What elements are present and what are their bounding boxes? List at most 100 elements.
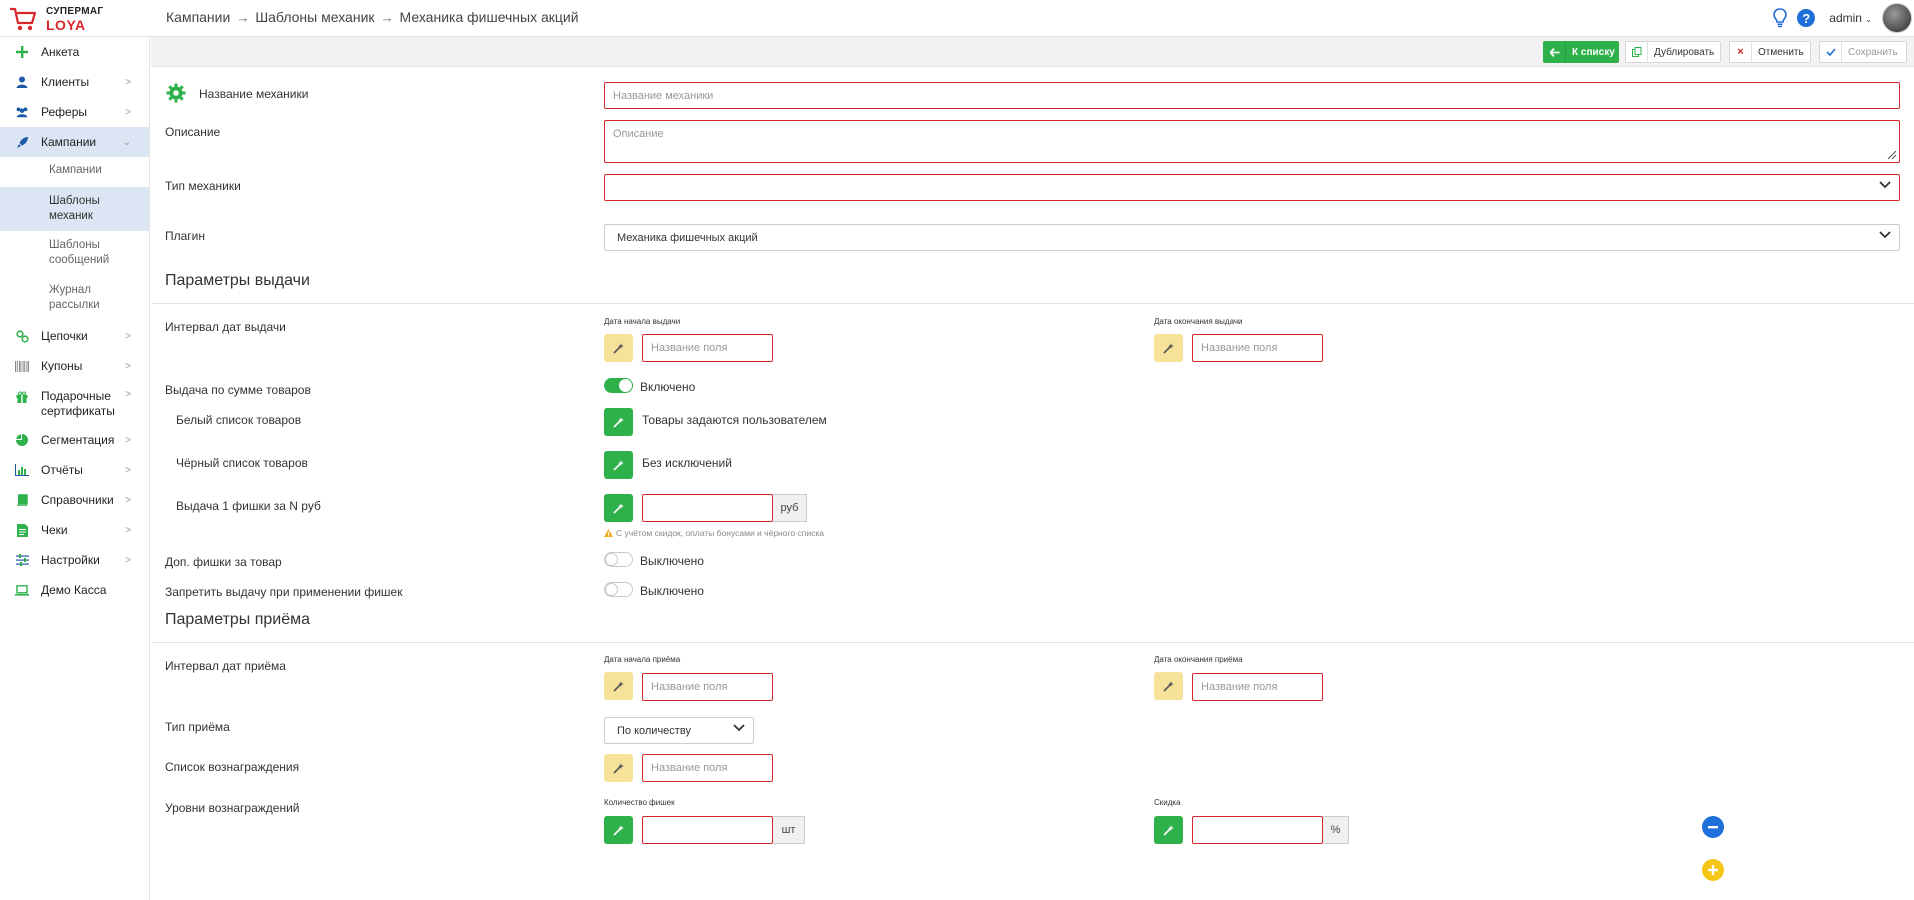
reward-list-wand-button[interactable] [604,754,633,782]
book-icon [15,493,29,507]
issue-start-label: Дата начала выдачи [604,317,681,326]
breadcrumb-current: Механика фишечных акций [399,9,579,25]
toggle-knob [619,379,632,392]
sidebar-item-label: Настройки [41,553,100,567]
forbid-label: Запретить выдачу при применении фишек [165,585,403,599]
sidebar-item-gift-certificates[interactable]: Подарочные сертификаты > [0,381,149,425]
user-menu[interactable]: admin ⌄ [1829,11,1872,25]
sidebar-item-referrals[interactable]: Рефеpы > [0,97,149,127]
sidebar-item-demo-pos[interactable]: Демо Касса [0,575,149,605]
reward-list-input[interactable]: Название поля [642,754,773,782]
chevron-down-icon [733,724,745,732]
chips-count-input[interactable] [642,816,773,844]
blacklist-wand-button[interactable] [604,451,633,479]
by-sum-toggle[interactable] [604,378,633,393]
type-select[interactable] [604,174,1900,201]
chart-icon [15,463,29,477]
issue-start-input[interactable]: Название поля [642,334,773,362]
to-list-label: К списку [1572,46,1615,58]
logo-line2: LOYA [46,17,86,33]
plugin-select[interactable]: Механика фишечных акций [604,224,1900,251]
accept-start-input[interactable]: Название поля [642,673,773,701]
extra-chips-toggle[interactable] [604,552,633,567]
sidebar-item-directories[interactable]: Справочники > [0,485,149,515]
magic-wand-icon [1163,680,1174,692]
issue-end-label: Дата окончания выдачи [1154,317,1243,326]
avatar[interactable] [1882,3,1912,33]
help-icon[interactable]: ? [1797,9,1816,27]
sidebar-item-label: Демо Касса [41,583,107,597]
remove-level-button[interactable] [1702,816,1724,838]
cancel-label: Отменить [1758,46,1804,58]
sidebar-item-label: Сегментация [41,433,115,447]
sidebar-item-clients[interactable]: Клиенты > [0,67,149,97]
magic-wand-icon [613,762,624,774]
discount-input[interactable] [1192,816,1323,844]
receipt-icon [15,523,29,537]
chips-count-wand-button[interactable] [604,816,633,844]
per-n-wand-button[interactable] [604,494,633,522]
arrow-right-icon: → [380,9,394,25]
sidebar-item-chains[interactable]: Цепочки > [0,321,149,351]
description-textarea[interactable]: Описание [604,120,1900,163]
lightbulb-icon[interactable] [1773,8,1788,28]
sidebar-item-label: Цепочки [41,329,88,343]
logo-line1: СУПЕРМАГ [46,6,104,17]
sidebar-subitem-mechanic-templates[interactable]: Шаблоны механик [0,187,149,231]
sidebar-subitem-message-templates[interactable]: Шаблоны сообщений [0,238,149,268]
sidebar-item-label: Справочники [41,493,114,507]
forbid-toggle[interactable] [604,582,633,597]
sidebar-subitem-campaigns[interactable]: Кампании [0,163,149,178]
breadcrumb: Кампании → Шаблоны механик → Механика фи… [166,9,579,25]
duplicate-button[interactable]: Дублировать [1625,41,1721,63]
magic-wand-icon [613,342,624,354]
accept-type-value: По количеству [617,724,691,737]
magic-wand-icon [613,416,624,428]
rocket-icon [15,135,29,149]
gift-icon [15,390,29,404]
issue-end-wand-button[interactable] [1154,334,1183,362]
accept-type-select[interactable]: По количеству [604,717,754,744]
type-label: Тип механики [165,179,241,193]
per-n-input[interactable] [642,494,773,522]
breadcrumb-templates[interactable]: Шаблоны механик [255,9,374,25]
issue-start-wand-button[interactable] [604,334,633,362]
whitelist-value: Товары задаются пользователем [642,413,827,427]
extra-chips-label: Доп. фишки за товар [165,555,282,569]
sidebar-item-reports[interactable]: Отчёты > [0,455,149,485]
breadcrumb-campaigns[interactable]: Кампании [166,9,230,25]
save-button[interactable]: Сохранить [1819,41,1907,63]
add-level-button[interactable] [1702,859,1724,881]
sidebar-item-label: Подарочные сертификаты [41,389,115,418]
toggle-knob [605,583,618,596]
discount-wand-button[interactable] [1154,816,1183,844]
sidebar-item-settings[interactable]: Настройки > [0,545,149,575]
chevron-right-icon: > [125,76,131,88]
gear-icon [166,83,186,103]
sidebar-item-campaigns[interactable]: Кампании ⌄ [0,127,149,157]
name-input[interactable]: Название механики [604,82,1900,109]
top-bar: СУПЕРМАГ LOYA Кампании → Шаблоны механик… [0,0,1914,37]
magic-wand-icon [613,680,624,692]
sidebar-item-anketa[interactable]: Анкета [0,37,149,67]
logo[interactable]: СУПЕРМАГ LOYA [8,4,128,34]
to-list-button[interactable]: К списку [1543,41,1619,63]
accept-end-input[interactable]: Название поля [1192,673,1323,701]
issue-end-input[interactable]: Название поля [1192,334,1323,362]
discount-unit: % [1323,816,1349,844]
plugin-label: Плагин [165,229,206,243]
cancel-button[interactable]: × Отменить [1729,41,1811,63]
whitelist-wand-button[interactable] [604,408,633,436]
accept-start-wand-button[interactable] [604,672,633,700]
accept-end-wand-button[interactable] [1154,672,1183,700]
magic-wand-icon [613,502,624,514]
users-icon [15,105,29,119]
sidebar-item-segmentation[interactable]: Сегментация > [0,425,149,455]
sidebar-item-receipts[interactable]: Чеки > [0,515,149,545]
close-icon: × [1730,42,1752,62]
per-n-unit: руб [773,494,807,522]
sidebar-subitem-mailing-log[interactable]: Журнал рассылки [0,283,149,313]
sidebar-item-label: Купоны [41,359,83,373]
sidebar-item-coupons[interactable]: Купоны > [0,351,149,381]
chevron-down-icon [1879,231,1891,239]
